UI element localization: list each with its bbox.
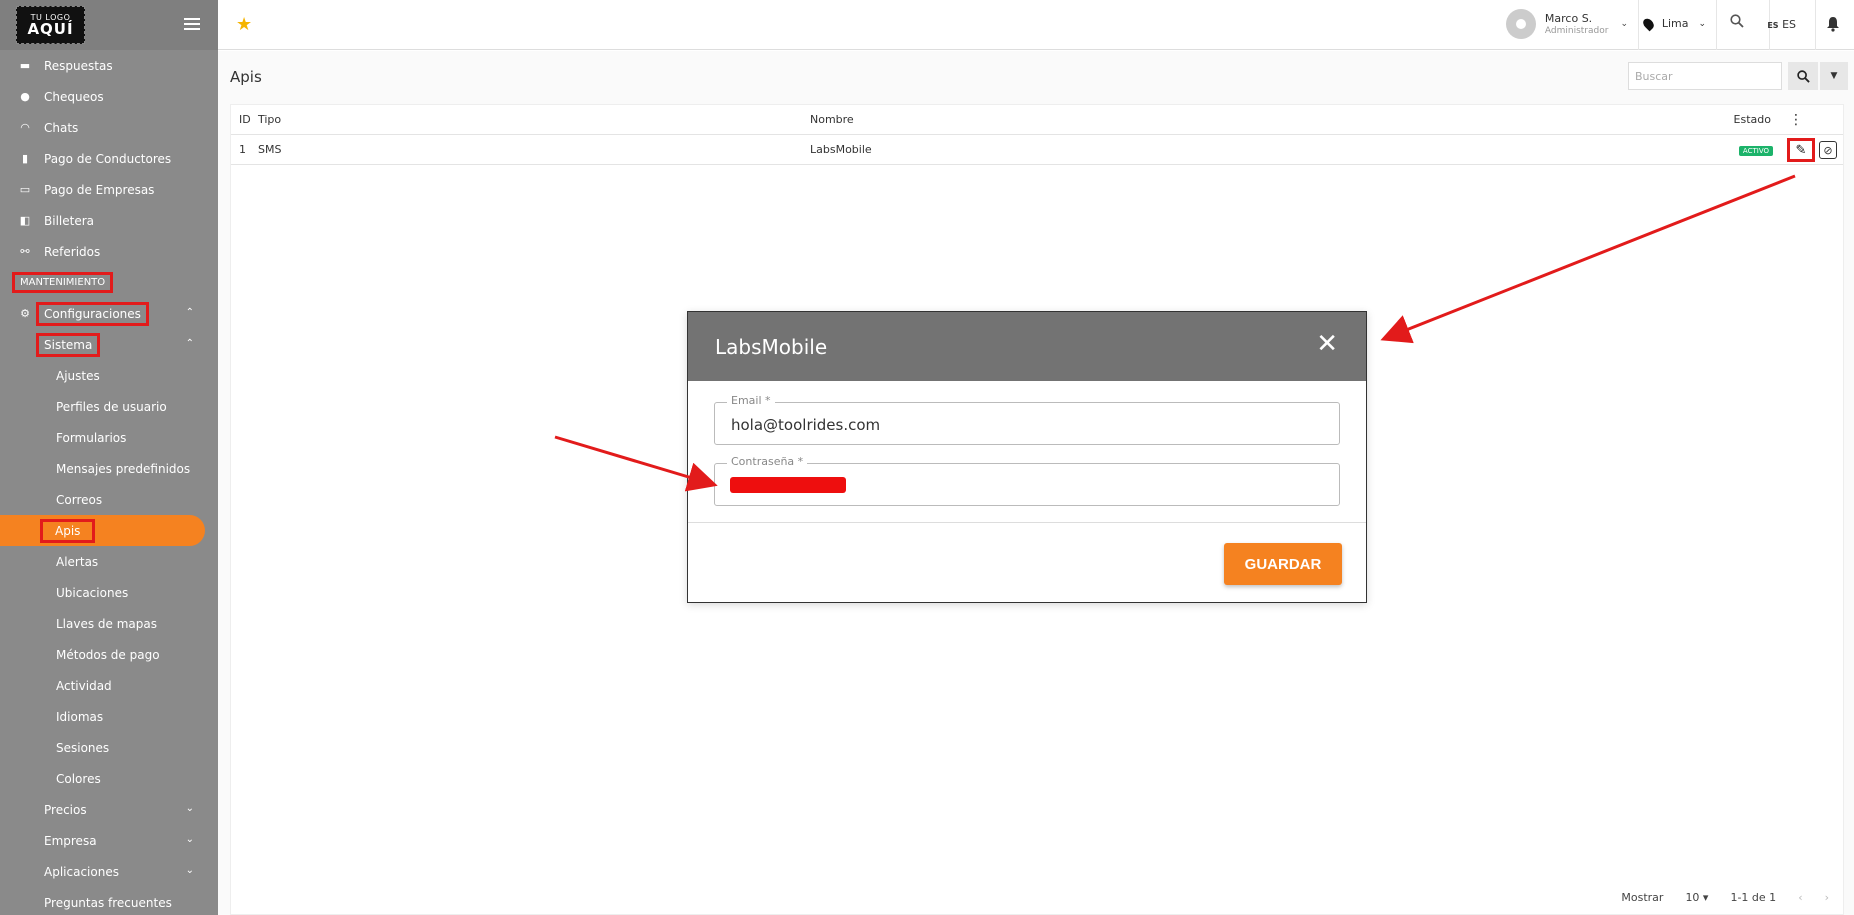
chevron-down-icon: ⌄ <box>1698 18 1706 29</box>
dialog-title: LabsMobile <box>715 335 828 359</box>
card-icon: ▭ <box>19 183 31 196</box>
disable-button[interactable]: ⊘ <box>1819 141 1837 159</box>
shield-check-icon: ● <box>20 90 30 103</box>
caret-down-icon: ▼ <box>1830 71 1838 81</box>
sidebar-item-ajustes[interactable]: Ajustes <box>0 360 218 391</box>
page-title: Apis <box>230 68 262 86</box>
sidebar-item-mensajes[interactable]: Mensajes predefinidos <box>0 453 218 484</box>
chevron-right-icon[interactable]: › <box>1825 891 1829 904</box>
menu-icon[interactable] <box>184 18 200 30</box>
table-row[interactable]: 1 SMS LabsMobile ACTIVO ✎ ⊘ <box>231 135 1843 165</box>
sidebar-section-mantenimiento: MANTENIMIENTO <box>0 267 218 298</box>
divider <box>1716 0 1717 50</box>
user-menu[interactable]: Marco S. Administrador ⌄ <box>1505 9 1628 39</box>
sidebar-item-perfiles[interactable]: Perfiles de usuario <box>0 391 218 422</box>
avatar <box>1505 9 1536 39</box>
gear-icon: ⚙ <box>20 307 30 320</box>
password-field[interactable]: Contraseña * <box>714 455 1340 506</box>
sidebar-item-correos[interactable]: Correos <box>0 484 218 515</box>
chevron-down-icon: ⌄ <box>1620 19 1628 29</box>
sidebar: TU LOGO AQUÍ ▬ Respuestas ● Chequeos ◠ Chat… <box>0 0 218 915</box>
referral-icon: ⚯ <box>20 245 30 258</box>
chevron-down-icon: ⌄ <box>185 834 194 845</box>
headset-icon: ◠ <box>20 121 30 134</box>
divider <box>688 522 1366 523</box>
status-badge: ACTIVO <box>1738 146 1773 156</box>
sidebar-header: TU LOGO AQUÍ <box>0 0 218 50</box>
sidebar-item-chats[interactable]: ◠ Chats <box>0 112 218 143</box>
search-input[interactable]: Buscar <box>1628 62 1782 90</box>
location-pin-icon <box>1640 16 1656 31</box>
search-icon <box>1796 69 1810 83</box>
logo[interactable]: TU LOGO AQUÍ <box>16 6 85 44</box>
edit-button[interactable]: ✎ <box>1787 138 1815 162</box>
sidebar-item-sistema[interactable]: Sistema ⌃ <box>0 329 218 360</box>
sidebar-item-preguntas[interactable]: Preguntas frecuentes <box>0 887 218 915</box>
user-name: Marco S. <box>1544 12 1593 25</box>
divider <box>1638 0 1639 50</box>
sidebar-item-respuestas[interactable]: ▬ Respuestas <box>0 50 218 81</box>
sidebar-item-formularios[interactable]: Formularios <box>0 422 218 453</box>
search-icon[interactable] <box>1730 14 1744 28</box>
save-button[interactable]: GUARDAR <box>1224 543 1342 585</box>
divider <box>1815 0 1816 50</box>
search-button[interactable] <box>1788 62 1818 90</box>
chevron-down-icon: ⌄ <box>185 865 194 876</box>
sidebar-item-pago-conductores[interactable]: ▮ Pago de Conductores <box>0 143 218 174</box>
search-options-button[interactable]: ▼ <box>1820 62 1848 90</box>
star-icon[interactable]: ★ <box>236 14 252 35</box>
per-page-select[interactable]: 10 ▾ <box>1685 891 1708 904</box>
sidebar-item-chequeos[interactable]: ● Chequeos <box>0 81 218 112</box>
chevron-up-icon: ⌃ <box>185 338 194 349</box>
chevron-down-icon: ⌄ <box>185 803 194 814</box>
close-icon[interactable]: ✕ <box>1316 329 1338 359</box>
sidebar-item-idiomas[interactable]: Idiomas <box>0 701 218 732</box>
sidebar-item-colores[interactable]: Colores <box>0 763 218 794</box>
wallet-icon: ◧ <box>19 214 31 227</box>
pagination: Mostrar 10 ▾ 1-1 de 1 ‹ › <box>1621 891 1829 904</box>
block-icon: ⊘ <box>1823 143 1833 157</box>
sidebar-item-alertas[interactable]: Alertas <box>0 546 218 577</box>
pencil-icon: ✎ <box>1795 142 1807 158</box>
chevron-left-icon[interactable]: ‹ <box>1798 891 1802 904</box>
sidebar-item-pago-empresas[interactable]: ▭ Pago de Empresas <box>0 174 218 205</box>
user-role: Administrador <box>1544 26 1609 36</box>
more-vertical-icon[interactable]: ⋮ <box>1789 112 1803 128</box>
language-selector[interactable]: ES ES <box>1767 18 1796 31</box>
redacted-value <box>730 477 846 493</box>
sidebar-item-apis[interactable]: Apis <box>0 515 205 546</box>
dialog-header: LabsMobile ✕ <box>688 312 1366 381</box>
sidebar-item-referidos[interactable]: ⚯ Referidos <box>0 236 218 267</box>
sidebar-item-billetera[interactable]: ◧ Billetera <box>0 205 218 236</box>
sidebar-item-metodos-pago[interactable]: Métodos de pago <box>0 639 218 670</box>
clipboard-icon: ▮ <box>21 152 29 165</box>
sidebar-item-precios[interactable]: Precios ⌄ <box>0 794 218 825</box>
city-selector[interactable]: Lima ⌄ <box>1640 16 1706 31</box>
api-edit-dialog: LabsMobile ✕ Email * hola@toolrides.com … <box>687 311 1367 603</box>
sidebar-item-empresa[interactable]: Empresa ⌄ <box>0 825 218 856</box>
bell-icon[interactable] <box>1826 16 1840 32</box>
sidebar-item-actividad[interactable]: Actividad <box>0 670 218 701</box>
topbar: ★ Marco S. Administrador ⌄ Lima ⌄ ES ES <box>218 0 1854 50</box>
email-field[interactable]: Email * hola@toolrides.com <box>714 394 1340 445</box>
sidebar-item-sesiones[interactable]: Sesiones <box>0 732 218 763</box>
sidebar-item-ubicaciones[interactable]: Ubicaciones <box>0 577 218 608</box>
sidebar-item-configuraciones[interactable]: ⚙ Configuraciones ⌃ <box>0 298 218 329</box>
chevron-up-icon: ⌃ <box>185 307 194 318</box>
sidebar-item-llaves-mapas[interactable]: Llaves de mapas <box>0 608 218 639</box>
table-header: ID Tipo Nombre Estado ⋮ <box>231 105 1843 135</box>
chat-lines-icon: ▬ <box>19 59 31 72</box>
sidebar-item-aplicaciones[interactable]: Aplicaciones ⌄ <box>0 856 218 887</box>
